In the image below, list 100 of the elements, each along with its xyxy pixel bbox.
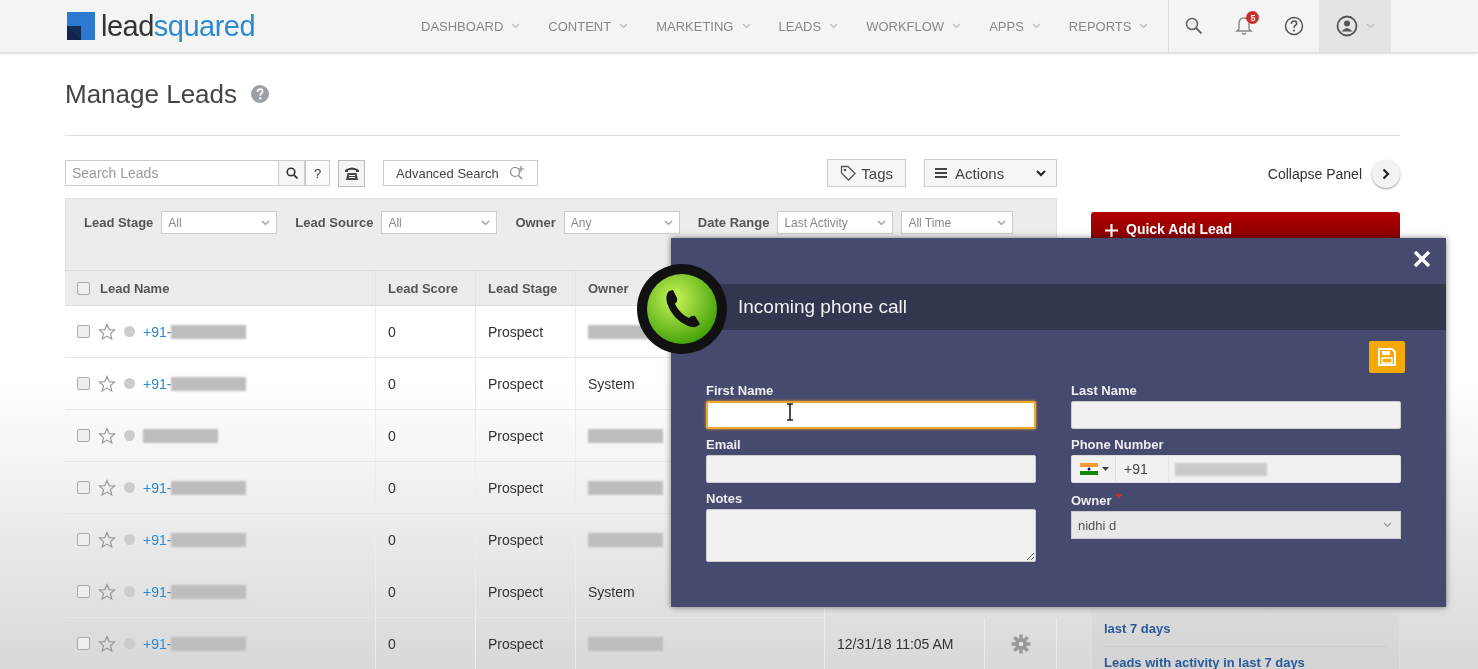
select-all-checkbox[interactable] [77, 281, 90, 295]
lead-name-link[interactable]: +91- [143, 479, 172, 496]
chevron-down-icon [261, 219, 271, 226]
page-title: Manage Leads [65, 78, 238, 110]
gear-icon[interactable] [1010, 633, 1031, 654]
row-checkbox[interactable] [77, 481, 90, 494]
row-checkbox[interactable] [77, 637, 90, 650]
field-label: Owner [1071, 493, 1112, 508]
menu-icon [935, 168, 947, 178]
nav-menu-item[interactable]: LEADS [764, 0, 853, 52]
nav-menu-item[interactable]: MARKETING [642, 0, 765, 52]
table-cell: System [588, 375, 635, 392]
star-icon[interactable] [98, 426, 116, 445]
help-icon[interactable] [251, 85, 270, 103]
row-checkbox[interactable] [77, 585, 90, 598]
help-button[interactable]: ? [305, 160, 330, 186]
chevron-down-icon [1036, 169, 1046, 177]
filter-dropdown[interactable]: All [161, 211, 278, 234]
advanced-search-button[interactable]: Advanced Search [383, 160, 538, 186]
table-cell: 12/31/18 11:05 AM [837, 635, 954, 652]
tag-icon [840, 165, 857, 181]
star-icon[interactable] [98, 582, 116, 601]
filter-dropdown[interactable]: Last Activity [777, 211, 894, 234]
chevron-down-icon [877, 219, 887, 226]
lead-name-link[interactable]: +91- [143, 635, 172, 652]
status-dot [124, 586, 135, 597]
field-label: Last Name [1071, 383, 1138, 398]
chevron-down-icon [1139, 23, 1149, 29]
star-icon[interactable] [98, 478, 116, 497]
column-header[interactable]: Owner [588, 280, 629, 296]
logo-text: leadsquared [101, 9, 256, 43]
table-cell: Prospect [488, 427, 544, 444]
row-checkbox[interactable] [77, 429, 90, 442]
lead-name-link[interactable]: +91- [143, 375, 172, 392]
phone-button[interactable] [338, 159, 365, 187]
text-field[interactable] [706, 401, 1036, 429]
nav-menu-item[interactable]: DASHBOARD [407, 0, 535, 52]
logo-icon [67, 12, 95, 40]
search-field[interactable]: Search Leads [65, 160, 279, 186]
required-marker: * [1115, 491, 1122, 508]
table-cell: Prospect [488, 375, 544, 392]
filter-dropdown[interactable]: All [381, 211, 498, 234]
telephone-icon [343, 165, 360, 181]
field-label: Phone Number [1071, 437, 1165, 452]
chevron-down-icon [511, 23, 521, 29]
saved-list-link[interactable]: last 7 days [1104, 608, 1387, 644]
tags-button[interactable]: Tags [827, 159, 906, 187]
status-dot [124, 534, 135, 545]
status-dot [124, 378, 135, 389]
row-checkbox[interactable] [77, 377, 90, 390]
table-cell: Prospect [488, 531, 544, 548]
filter-dropdown[interactable]: All Time [901, 211, 1014, 234]
chevron-down-icon [1365, 23, 1375, 29]
row-checkbox[interactable] [77, 325, 90, 338]
lead-name-link[interactable]: +91- [143, 531, 172, 548]
star-icon[interactable] [98, 374, 116, 393]
star-icon[interactable] [98, 634, 116, 653]
chevron-down-icon [997, 219, 1007, 226]
collapse-panel-button[interactable] [1372, 160, 1400, 188]
field-label: Notes [706, 491, 744, 506]
saved-list-link[interactable]: Leads with activity in last 7 days [1104, 646, 1387, 669]
quick-add-lead-button[interactable]: Quick Add Lead [1091, 212, 1400, 239]
row-checkbox[interactable] [77, 533, 90, 546]
phone-field[interactable]: +91 [1071, 455, 1401, 483]
owner-dropdown[interactable]: nidhi d [1071, 511, 1401, 539]
field-label: Email [706, 437, 742, 452]
search-plus-icon [508, 165, 527, 181]
search-icon [1185, 17, 1204, 35]
user-icon [1335, 15, 1358, 37]
star-icon[interactable] [98, 530, 116, 549]
user-menu-button[interactable] [1319, 0, 1392, 52]
text-field[interactable] [1071, 401, 1401, 429]
table-cell: System [588, 583, 635, 600]
star-icon[interactable] [98, 322, 116, 341]
lead-name-link[interactable]: +91- [143, 583, 172, 600]
phone-call-icon [636, 263, 728, 355]
close-button[interactable] [1411, 248, 1433, 270]
nav-menu-item[interactable]: WORKFLOW [852, 0, 976, 52]
table-cell: 0 [388, 531, 396, 548]
table-cell: 0 [388, 323, 396, 340]
filter-label: Date Range [697, 215, 770, 230]
filter-label: Lead Stage [84, 215, 154, 230]
nav-menu-item[interactable]: REPORTS [1054, 0, 1163, 52]
plus-icon [1105, 224, 1118, 237]
save-button[interactable] [1369, 341, 1405, 373]
filter-dropdown[interactable]: Any [563, 211, 680, 234]
lead-name-link[interactable]: +91- [143, 323, 172, 340]
text-field[interactable] [706, 455, 1036, 483]
search-button[interactable] [279, 160, 305, 186]
table-cell: Prospect [488, 479, 544, 496]
nav-menu-item[interactable]: APPS [975, 0, 1055, 52]
chevron-right-icon [1382, 168, 1390, 180]
column-header[interactable]: Lead Name [100, 280, 170, 296]
actions-dropdown[interactable]: Actions [924, 159, 1057, 187]
field-label: First Name [706, 383, 775, 398]
flag-icon [1080, 463, 1098, 475]
table-cell: 0 [388, 583, 396, 600]
notifications-button[interactable]: 5 [1219, 0, 1270, 52]
nav-menu-item[interactable]: CONTENT [534, 0, 643, 52]
notes-field[interactable] [706, 509, 1036, 562]
